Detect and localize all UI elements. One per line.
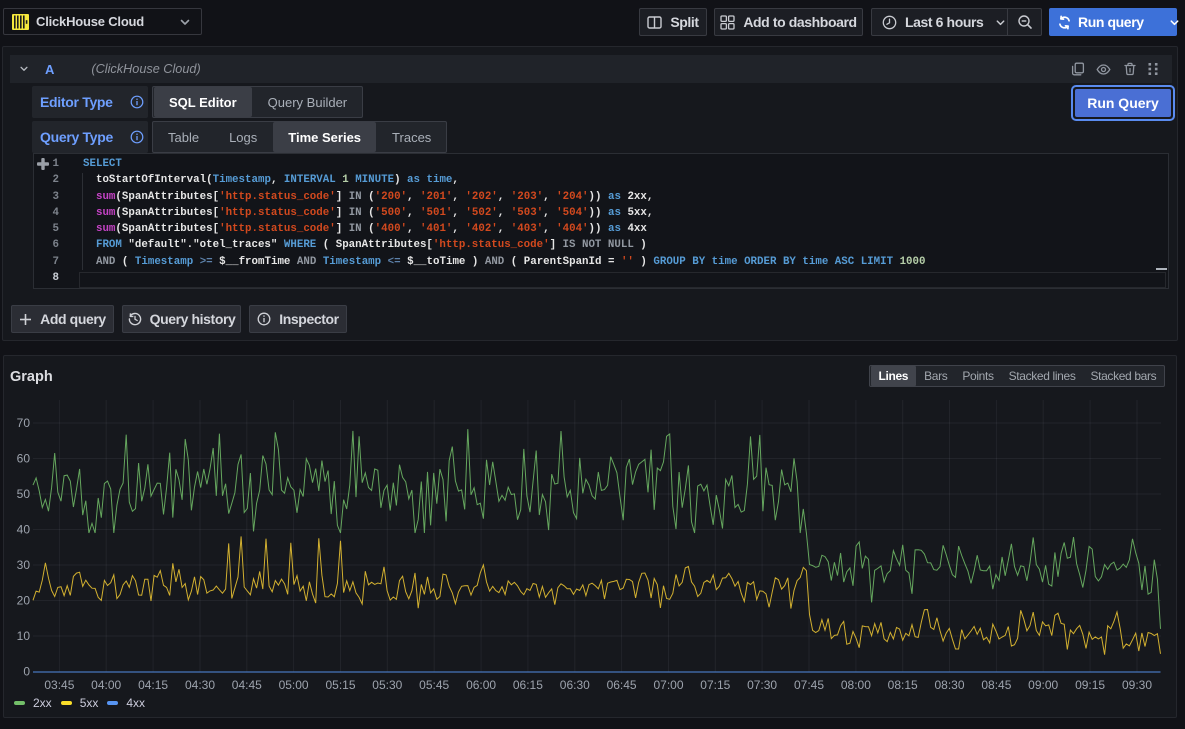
- svg-text:06:15: 06:15: [513, 678, 543, 692]
- svg-text:04:45: 04:45: [232, 678, 262, 692]
- svg-text:20: 20: [17, 594, 31, 608]
- svg-text:05:15: 05:15: [325, 678, 355, 692]
- svg-text:06:30: 06:30: [560, 678, 590, 692]
- svg-text:03:45: 03:45: [44, 678, 74, 692]
- svg-text:05:45: 05:45: [419, 678, 449, 692]
- svg-text:07:15: 07:15: [700, 678, 730, 692]
- svg-text:60: 60: [17, 452, 31, 466]
- svg-text:08:15: 08:15: [888, 678, 918, 692]
- svg-text:04:00: 04:00: [91, 678, 121, 692]
- svg-text:70: 70: [17, 416, 31, 430]
- svg-text:09:15: 09:15: [1075, 678, 1105, 692]
- svg-text:07:45: 07:45: [794, 678, 824, 692]
- svg-text:08:30: 08:30: [934, 678, 964, 692]
- svg-text:06:45: 06:45: [607, 678, 637, 692]
- svg-text:04:30: 04:30: [185, 678, 215, 692]
- svg-text:50: 50: [17, 487, 31, 501]
- svg-text:07:30: 07:30: [747, 678, 777, 692]
- svg-text:07:00: 07:00: [653, 678, 683, 692]
- svg-text:10: 10: [17, 629, 31, 643]
- svg-text:0: 0: [23, 665, 30, 679]
- svg-text:06:00: 06:00: [466, 678, 496, 692]
- svg-text:08:00: 08:00: [841, 678, 871, 692]
- svg-text:05:30: 05:30: [372, 678, 402, 692]
- svg-text:09:30: 09:30: [1122, 678, 1152, 692]
- svg-text:40: 40: [17, 523, 31, 537]
- svg-text:08:45: 08:45: [981, 678, 1011, 692]
- svg-text:09:00: 09:00: [1028, 678, 1058, 692]
- svg-text:30: 30: [17, 558, 31, 572]
- svg-text:04:15: 04:15: [138, 678, 168, 692]
- svg-text:05:00: 05:00: [279, 678, 309, 692]
